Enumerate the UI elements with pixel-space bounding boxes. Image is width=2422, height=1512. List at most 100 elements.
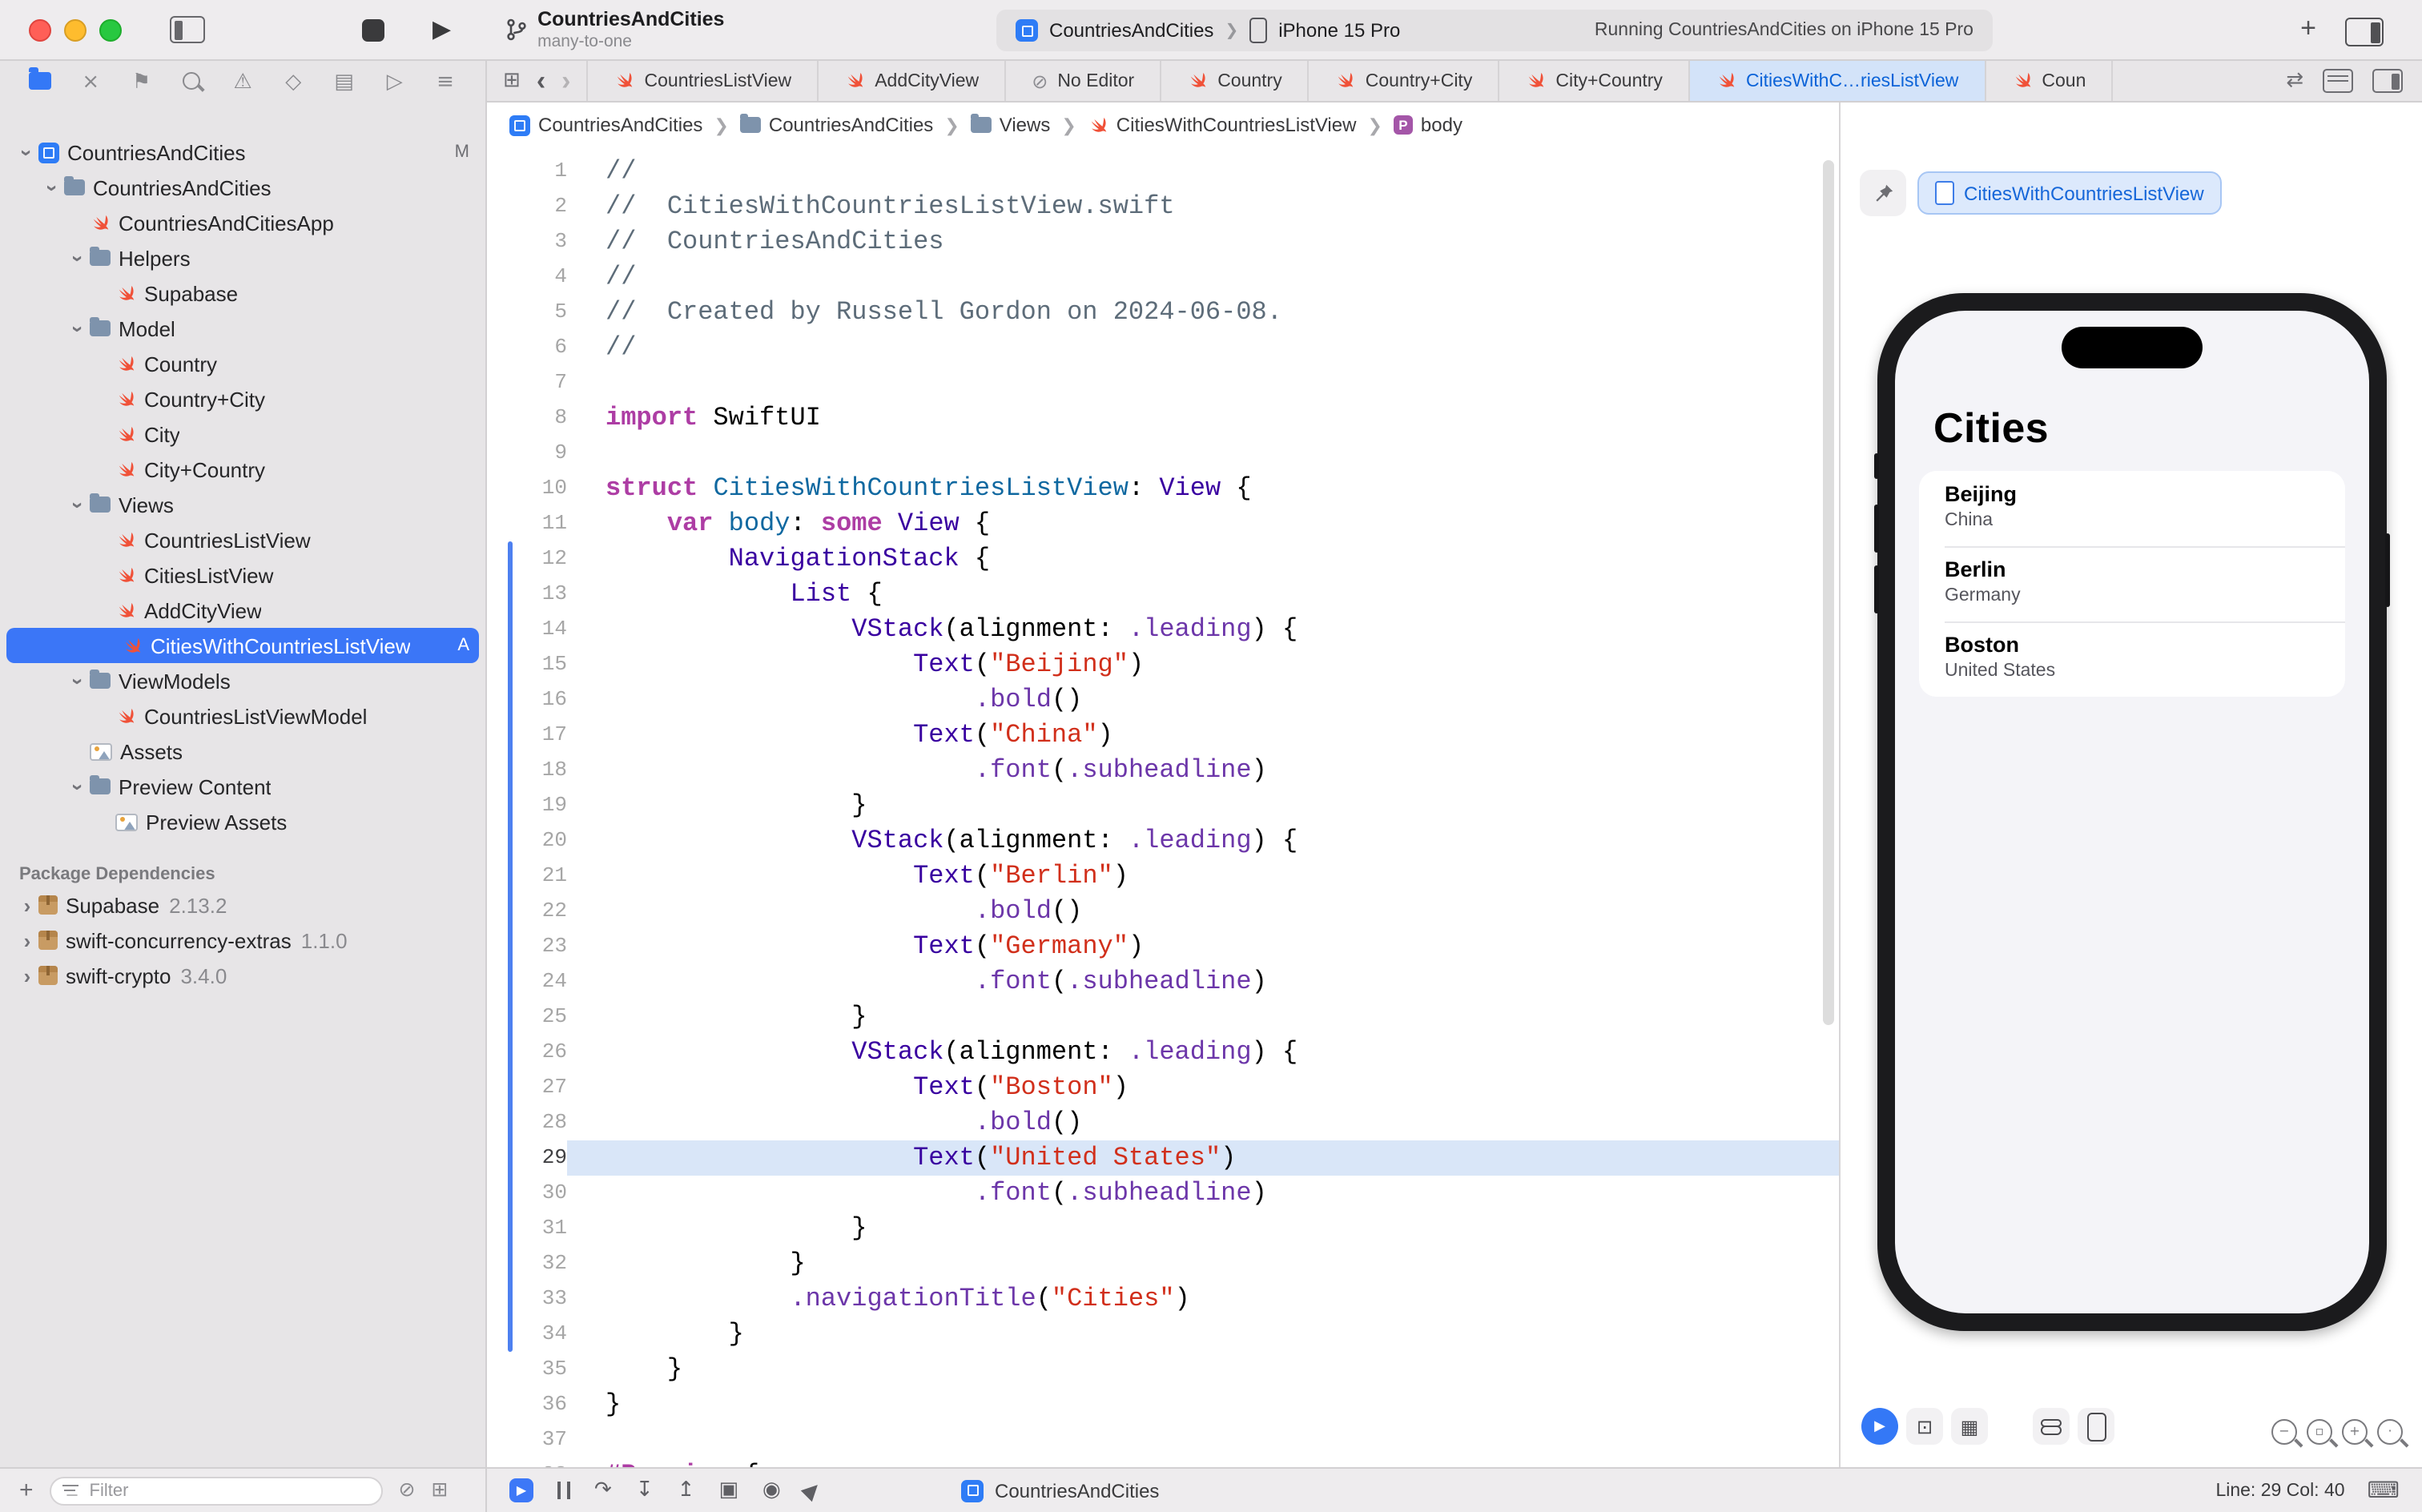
step-over-button[interactable]: ↷	[594, 1480, 612, 1501]
code-line[interactable]: 31 }	[487, 1211, 1839, 1246]
running-app-indicator[interactable]: CountriesAndCities	[961, 1469, 1159, 1512]
breadcrumb-item[interactable]: CountriesAndCities	[509, 114, 702, 136]
scheme-name[interactable]: CountriesAndCities	[1049, 19, 1213, 42]
sidebar-item-countriesandcitiesapp[interactable]: CountriesAndCitiesApp	[0, 205, 485, 240]
recent-files-filter-icon[interactable]: ⊘	[399, 1481, 416, 1501]
code-line[interactable]: 21 Text("Berlin")	[487, 859, 1839, 894]
back-button[interactable]: ‹	[537, 67, 545, 94]
disclosure-chevron-icon[interactable]: ›	[15, 141, 39, 163]
breadcrumb-item[interactable]: Views	[971, 114, 1051, 136]
pause-button[interactable]	[557, 1482, 570, 1499]
disclosure-chevron-icon[interactable]: ›	[66, 317, 91, 340]
package-item[interactable]: ›Supabase2.13.2	[0, 887, 485, 923]
code-line[interactable]: 19 }	[487, 788, 1839, 823]
zoom-actual-button[interactable]: ·	[2377, 1419, 2403, 1445]
code-line[interactable]: 8import SwiftUI	[487, 400, 1839, 436]
disclosure-chevron-icon[interactable]: ›	[41, 176, 65, 199]
add-button[interactable]: +	[2300, 14, 2316, 42]
stop-button[interactable]	[362, 18, 384, 41]
code-line[interactable]: 17 Text("China")	[487, 718, 1839, 753]
sidebar-item-country[interactable]: Country	[0, 346, 485, 381]
code-line[interactable]: 30 .font(.subheadline)	[487, 1176, 1839, 1211]
code-line[interactable]: 20 VStack(alignment: .leading) {	[487, 823, 1839, 859]
editor-tab[interactable]: City+Country	[1499, 61, 1690, 101]
code-line[interactable]: 15 Text("Beijing")	[487, 647, 1839, 682]
breadcrumb-item[interactable]: Pbody	[1394, 114, 1462, 136]
simulate-location-button[interactable]: ▲	[799, 1478, 826, 1504]
live-preview-button[interactable]: ▶	[1861, 1408, 1898, 1445]
sidebar-item-countriesandcities[interactable]: ›CountriesAndCities	[0, 170, 485, 205]
sidebar-item-countriesandcities[interactable]: ›CountriesAndCitiesM	[0, 135, 485, 170]
sidebar-item-citieslistview[interactable]: CitiesListView	[0, 557, 485, 593]
breadcrumb-item[interactable]: CitiesWithCountriesListView	[1088, 114, 1357, 136]
preview-screen[interactable]: Cities BeijingChinaBerlinGermanyBostonUn…	[1895, 311, 2369, 1313]
disclosure-chevron-icon[interactable]: ›	[66, 493, 91, 516]
step-into-button[interactable]: ↧	[636, 1480, 654, 1501]
editor-layout-icon[interactable]	[2345, 18, 2384, 46]
code-line[interactable]: 16 .bold()	[487, 682, 1839, 718]
zoom-window-button[interactable]	[99, 18, 122, 41]
sidebar-item-countrieslistview[interactable]: CountriesListView	[0, 522, 485, 557]
variants-button[interactable]: ▦	[1951, 1408, 1988, 1445]
code-line[interactable]: 12 NavigationStack {	[487, 541, 1839, 577]
code-line[interactable]: 11 var body: some View {	[487, 506, 1839, 541]
sidebar-item-model[interactable]: ›Model	[0, 311, 485, 346]
source-control-filter-icon[interactable]: ⊞	[432, 1481, 449, 1501]
device-settings-button[interactable]	[2033, 1408, 2070, 1445]
step-out-button[interactable]: ↥	[678, 1480, 695, 1501]
code-line[interactable]: 32 }	[487, 1246, 1839, 1281]
list-item[interactable]: BeijingChina	[1919, 471, 2345, 546]
code-line[interactable]: 27 Text("Boston")	[487, 1070, 1839, 1105]
sidebar-item-views[interactable]: ›Views	[0, 487, 485, 522]
view-hierarchy-button[interactable]: ▣	[718, 1480, 738, 1501]
sidebar-item-preview-content[interactable]: ›Preview Content	[0, 769, 485, 804]
filter-field[interactable]	[50, 1476, 383, 1505]
code-line[interactable]: 33 .navigationTitle("Cities")	[487, 1281, 1839, 1317]
code-line[interactable]: 23 Text("Germany")	[487, 929, 1839, 964]
code-line[interactable]: 2// CitiesWithCountriesListView.swift	[487, 189, 1839, 224]
tests-navigator-icon[interactable]: ◇	[276, 71, 311, 92]
debug-navigator-icon[interactable]: ▤	[327, 71, 362, 92]
memory-graph-button[interactable]: ◉	[762, 1480, 781, 1501]
breadcrumb-item[interactable]: CountriesAndCities	[740, 114, 933, 136]
sidebar-item-countrieslistviewmodel[interactable]: CountriesListViewModel	[0, 698, 485, 734]
forward-button[interactable]: ›	[561, 67, 570, 94]
code-line[interactable]: 29 Text("United States")	[487, 1140, 1839, 1176]
related-items-icon[interactable]: ⊞	[503, 69, 521, 93]
list-item[interactable]: BostonUnited States	[1919, 621, 2345, 697]
sidebar-item-city-country[interactable]: City+Country	[0, 452, 485, 487]
code-line[interactable]: 37	[487, 1422, 1839, 1458]
code-line[interactable]: 26 VStack(alignment: .leading) {	[487, 1035, 1839, 1070]
editor-tab[interactable]: ⊘No Editor	[1006, 61, 1161, 101]
bookmarks-navigator-icon[interactable]: ⚑	[124, 71, 159, 92]
code-line[interactable]: 25 }	[487, 999, 1839, 1035]
cursor-position[interactable]: Line: 29 Col: 40	[2215, 1481, 2344, 1500]
code-line[interactable]: 35 }	[487, 1352, 1839, 1387]
source-control-navigator-icon[interactable]: ×	[73, 71, 108, 92]
sidebar-item-country-city[interactable]: Country+City	[0, 381, 485, 416]
sidebar-item-addcityview[interactable]: AddCityView	[0, 593, 485, 628]
sidebar-item-viewmodels[interactable]: ›ViewModels	[0, 663, 485, 698]
pin-preview-button[interactable]	[1860, 170, 1906, 216]
code-line[interactable]: 36}	[487, 1387, 1839, 1422]
zoom-in-button[interactable]: +	[2342, 1419, 2368, 1445]
code-line[interactable]: 7	[487, 365, 1839, 400]
sidebar-item-citieswithcountrieslistview[interactable]: CitiesWithCountriesListViewA	[6, 628, 479, 663]
code-line[interactable]: 9	[487, 436, 1839, 471]
code-line[interactable]: 4//	[487, 259, 1839, 295]
code-line[interactable]: 28 .bold()	[487, 1105, 1839, 1140]
editor-tab[interactable]: CitiesWithC…riesListView	[1690, 61, 1985, 101]
minimize-window-button[interactable]	[64, 18, 86, 41]
preview-file-chip[interactable]: CitiesWithCountriesListView	[1917, 171, 2222, 215]
code-line[interactable]: 38#Preview {	[487, 1458, 1839, 1467]
close-window-button[interactable]	[29, 18, 51, 41]
sidebar-item-supabase[interactable]: Supabase	[0, 275, 485, 311]
editor-tab[interactable]: Country+City	[1310, 61, 1500, 101]
editor-tab[interactable]: CountriesListView	[587, 61, 819, 101]
find-navigator-icon[interactable]	[175, 71, 210, 92]
project-navigator-icon[interactable]	[22, 71, 58, 92]
sidebar-item-assets[interactable]: Assets	[0, 734, 485, 769]
code-line[interactable]: 24 .font(.subheadline)	[487, 964, 1839, 999]
breakpoints-toggle[interactable]: ▶	[509, 1478, 533, 1502]
code-review-icon[interactable]: ⇄	[2286, 69, 2303, 93]
